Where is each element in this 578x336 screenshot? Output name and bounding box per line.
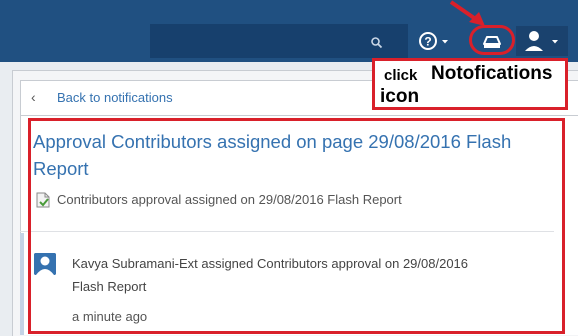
callout-arrow-icon bbox=[449, 0, 485, 26]
user-avatar-icon[interactable] bbox=[516, 26, 568, 56]
thread-indicator bbox=[20, 233, 24, 335]
chevron-left-icon: ‹ bbox=[31, 89, 36, 105]
notification-highlight-box bbox=[28, 118, 565, 334]
back-label: Back to notifications bbox=[57, 90, 173, 105]
help-icon[interactable]: ? bbox=[416, 28, 456, 54]
search-icon[interactable] bbox=[370, 36, 384, 50]
callout-icon-text: icon bbox=[380, 86, 420, 107]
callout-notifications-text: Notofications bbox=[431, 63, 553, 84]
callout-click-text: click bbox=[384, 67, 418, 84]
svg-text:?: ? bbox=[424, 35, 431, 49]
annotation-callout: click Notofications icon bbox=[372, 58, 568, 110]
